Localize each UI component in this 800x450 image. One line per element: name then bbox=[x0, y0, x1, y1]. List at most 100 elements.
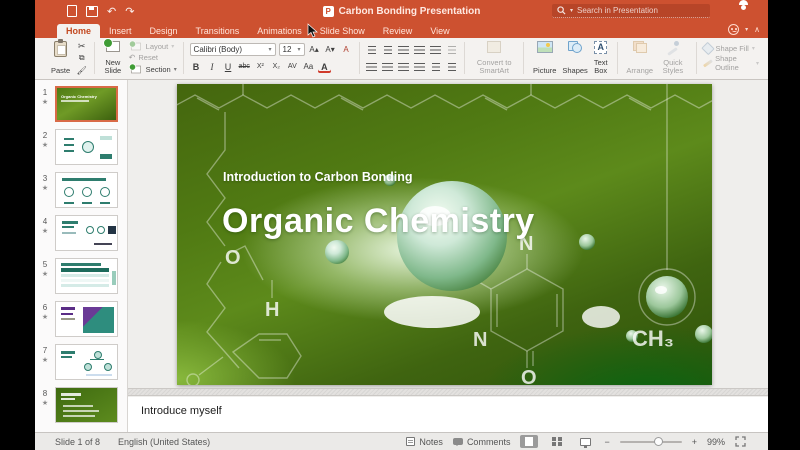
font-color-button[interactable]: A bbox=[318, 60, 331, 73]
numbering-button[interactable] bbox=[381, 43, 394, 56]
arrange-button[interactable]: Arrange bbox=[623, 40, 656, 76]
slide-editor[interactable]: O H N N O CH₃ Introduction to Carbon Bon… bbox=[177, 84, 712, 385]
bold-button[interactable]: B bbox=[190, 60, 203, 73]
fit-to-window-icon[interactable] bbox=[735, 436, 746, 447]
slide-subtitle[interactable]: Introduction to Carbon Bonding bbox=[223, 170, 413, 184]
chem-label-n-left: N bbox=[473, 329, 487, 351]
chem-label-o-top: O bbox=[225, 247, 241, 269]
justify-button[interactable] bbox=[413, 60, 426, 73]
italic-button[interactable]: I bbox=[206, 60, 219, 73]
tab-insert[interactable]: Insert bbox=[100, 24, 141, 38]
align-text-button[interactable] bbox=[445, 60, 458, 73]
shape-outline-button[interactable]: Shape Outline ▾ bbox=[703, 54, 760, 72]
format-painter-icon[interactable]: 🖌︎ bbox=[75, 64, 88, 76]
notes-toggle-button[interactable]: Notes bbox=[406, 437, 443, 447]
feedback-dropdown-icon[interactable]: ▾ bbox=[745, 26, 748, 33]
chem-label-h-left: H bbox=[265, 299, 279, 321]
align-right-button[interactable] bbox=[397, 60, 410, 73]
thumbnail-slide-6[interactable]: 6 ★ bbox=[35, 301, 127, 337]
transition-star-icon: ★ bbox=[42, 314, 48, 321]
shrink-font-button[interactable]: A▾ bbox=[324, 43, 337, 56]
increase-indent-button[interactable] bbox=[413, 43, 426, 56]
zoom-percentage[interactable]: 99% bbox=[707, 437, 725, 447]
section-button[interactable]: Section ▾ bbox=[129, 64, 177, 75]
subscript-button[interactable]: X₂ bbox=[270, 60, 283, 73]
slide-thumbnail-panel[interactable]: 1 ★ Organic Chemistry 2 ★ bbox=[35, 80, 128, 432]
tab-design[interactable]: Design bbox=[141, 24, 187, 38]
text-direction-button[interactable] bbox=[429, 60, 442, 73]
quick-styles-button[interactable]: Quick Styles bbox=[656, 40, 690, 76]
slide-title[interactable]: Organic Chemistry bbox=[222, 202, 535, 241]
tab-slide-show[interactable]: Slide Show bbox=[311, 24, 374, 38]
zoom-out-button[interactable]: − bbox=[604, 437, 609, 447]
notes-pane[interactable]: Introduce myself bbox=[128, 397, 768, 432]
font-size-combo[interactable]: 12 ▾ bbox=[279, 43, 305, 56]
underline-button[interactable]: U bbox=[222, 60, 235, 73]
transition-star-icon: ★ bbox=[42, 271, 48, 278]
cut-icon[interactable]: ✂ bbox=[75, 40, 88, 52]
tab-animations[interactable]: Animations bbox=[248, 24, 311, 38]
thumbnail-slide-7[interactable]: 7 ★ bbox=[35, 344, 127, 380]
normal-view-button[interactable] bbox=[520, 435, 538, 448]
transition-star-icon: ★ bbox=[42, 185, 48, 192]
layout-button[interactable]: Layout ▾ bbox=[129, 41, 177, 52]
new-document-icon[interactable] bbox=[67, 5, 77, 17]
text-box-button[interactable]: A Text Box bbox=[591, 40, 611, 76]
columns-button[interactable] bbox=[445, 43, 458, 56]
thumbnail-slide-2[interactable]: 2 ★ bbox=[35, 129, 127, 165]
shapes-button[interactable]: Shapes bbox=[559, 40, 590, 76]
transition-star-icon: ★ bbox=[42, 99, 48, 106]
copy-icon[interactable]: ⧉ bbox=[75, 52, 88, 64]
thumbnail-slide-5[interactable]: 5 ★ bbox=[35, 258, 127, 294]
comments-toggle-button[interactable]: Comments bbox=[453, 437, 511, 447]
language-indicator[interactable]: English (United States) bbox=[118, 437, 210, 447]
reset-button[interactable]: ↶ Reset bbox=[129, 53, 177, 62]
bullets-button[interactable] bbox=[365, 43, 378, 56]
align-left-button[interactable] bbox=[365, 60, 378, 73]
zoom-slider-knob[interactable] bbox=[654, 437, 663, 446]
undo-icon[interactable]: ↶ bbox=[107, 5, 116, 18]
shape-fill-icon bbox=[701, 42, 714, 55]
strikethrough-button[interactable]: abc bbox=[238, 60, 251, 73]
tab-review[interactable]: Review bbox=[374, 24, 422, 38]
slide-sorter-view-button[interactable] bbox=[548, 435, 566, 448]
clear-formatting-button[interactable]: A bbox=[340, 43, 353, 56]
thumbnail-slide-4[interactable]: 4 ★ bbox=[35, 215, 127, 251]
tab-view[interactable]: View bbox=[421, 24, 458, 38]
character-spacing-button[interactable]: AV bbox=[286, 60, 299, 73]
tab-home[interactable]: Home bbox=[57, 24, 100, 38]
collapse-ribbon-icon[interactable]: ∧ bbox=[754, 25, 760, 34]
thumbnail-slide-1[interactable]: 1 ★ Organic Chemistry bbox=[35, 86, 127, 122]
decrease-indent-button[interactable] bbox=[397, 43, 410, 56]
new-slide-button[interactable]: New Slide bbox=[101, 40, 125, 76]
tab-transitions[interactable]: Transitions bbox=[187, 24, 249, 38]
notes-text[interactable]: Introduce myself bbox=[141, 405, 222, 417]
picture-button[interactable]: Picture bbox=[530, 40, 559, 76]
zoom-in-button[interactable]: + bbox=[692, 437, 697, 447]
search-input[interactable] bbox=[577, 6, 697, 15]
slides-group: New Slide Layout ▾ ↶ Reset Section ▾ bbox=[96, 40, 182, 76]
zoom-slider[interactable] bbox=[620, 441, 682, 443]
grow-font-button[interactable]: A▴ bbox=[308, 43, 321, 56]
quick-access-toolbar: ↶ ↷ bbox=[67, 5, 134, 18]
save-icon[interactable] bbox=[86, 6, 98, 17]
paste-clipboard-icon bbox=[54, 41, 67, 57]
align-center-button[interactable] bbox=[381, 60, 394, 73]
change-case-button[interactable]: Aa bbox=[302, 60, 315, 73]
superscript-button[interactable]: X² bbox=[254, 60, 267, 73]
paste-button[interactable]: Paste bbox=[48, 40, 73, 76]
convert-to-smartart-button[interactable]: Convert to SmartArt bbox=[471, 40, 517, 76]
search-scope-dropdown-icon[interactable]: ▾ bbox=[570, 7, 573, 14]
section-icon bbox=[131, 66, 141, 74]
thumbnail-slide-3[interactable]: 3 ★ bbox=[35, 172, 127, 208]
redo-icon[interactable]: ↷ bbox=[125, 5, 134, 18]
thumbnail-slide-8[interactable]: 8 ★ bbox=[35, 387, 127, 423]
line-spacing-button[interactable] bbox=[429, 43, 442, 56]
normal-view-icon bbox=[525, 437, 533, 446]
feedback-smiley-icon[interactable] bbox=[728, 24, 739, 35]
search-box[interactable]: ▾ bbox=[552, 4, 710, 18]
notes-resize-handle[interactable] bbox=[128, 388, 768, 396]
font-name-combo[interactable]: Calibri (Body) ▾ bbox=[190, 43, 276, 56]
shape-fill-button[interactable]: Shape Fill ▾ bbox=[703, 44, 760, 53]
slide-show-view-button[interactable] bbox=[576, 435, 594, 448]
